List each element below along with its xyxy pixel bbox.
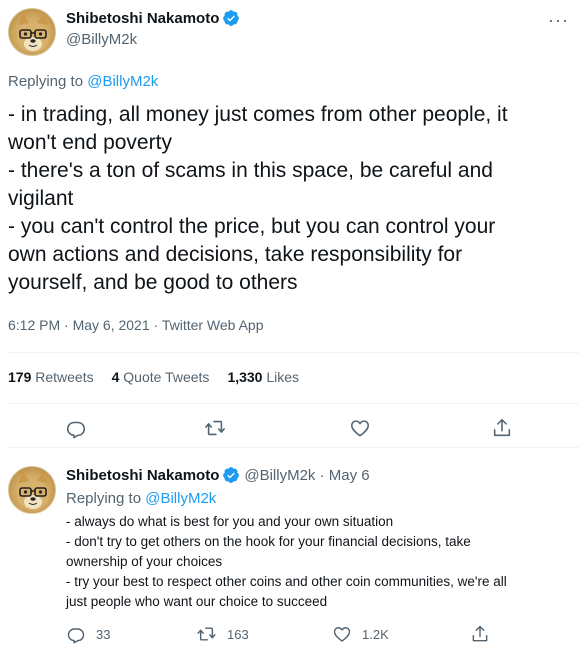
retweet-icon [205, 420, 225, 436]
engagement-stats: 179 Retweets 4 Quote Tweets 1,330 Likes [8, 369, 317, 385]
tweet-timestamp[interactable]: 6:12 PM · May 6, 2021 · Twitter Web App [8, 317, 264, 333]
tweet-text-line: own actions and decisions, take responsi… [8, 243, 463, 266]
verified-icon [223, 10, 240, 26]
share-button[interactable] [470, 624, 500, 644]
reply-tweet-actions: 33 163 1.2K [0, 624, 587, 646]
retweet-icon [197, 627, 216, 641]
retweet-button[interactable]: 163 [196, 624, 249, 644]
retweets-label: Retweets [35, 369, 94, 385]
tweet-actions [0, 416, 587, 442]
retweet-count: 163 [227, 626, 249, 642]
reply-text-line: ownership of your choices [66, 554, 223, 569]
retweets-count: 179 [8, 369, 32, 385]
retweet-button[interactable] [203, 416, 227, 440]
more-icon[interactable]: ··· [548, 10, 569, 31]
reply-button[interactable] [64, 416, 88, 440]
divider [8, 403, 579, 404]
verified-icon [223, 467, 240, 483]
divider [8, 447, 579, 448]
like-icon [333, 627, 351, 642]
handle[interactable]: @BillyM2k [66, 31, 137, 48]
retweets-stat[interactable]: 179 Retweets [8, 369, 94, 385]
replying-to: Replying to @BillyM2k [8, 73, 158, 90]
like-count: 1.2K [362, 626, 389, 642]
reply-button[interactable]: 33 [66, 624, 110, 644]
likes-label: Likes [266, 369, 300, 385]
like-button[interactable] [348, 416, 372, 440]
tweet-text: - in trading, all money just comes from … [8, 101, 568, 297]
tweet-text-line: - in trading, all money just comes from … [8, 103, 508, 126]
handle-and-date[interactable]: @BillyM2k · May 6 [244, 467, 369, 484]
tweet-text-line: vigilant [8, 187, 74, 210]
replying-to-handle-link[interactable]: @BillyM2k [145, 490, 216, 507]
reply-icon [66, 421, 86, 439]
likes-count: 1,330 [227, 369, 263, 385]
replying-to-label: Replying to [8, 73, 84, 90]
replying-to-handle-link[interactable]: @BillyM2k [87, 73, 158, 90]
reply-icon [67, 628, 85, 644]
share-icon [493, 418, 511, 437]
reply-text: - always do what is best for you and you… [66, 512, 576, 612]
tweet-text-line: won't end poverty [8, 131, 172, 154]
main-tweet: Shibetoshi Nakamoto @BillyM2k ··· Replyi… [0, 0, 587, 448]
shiba-avatar-icon [17, 471, 49, 510]
likes-stat[interactable]: 1,330 Likes [227, 369, 299, 385]
shiba-avatar-icon [17, 13, 49, 52]
author-name-row: Shibetoshi Nakamoto [66, 9, 240, 27]
reply-tweet[interactable]: Shibetoshi Nakamoto @BillyM2k · May 6 Re… [0, 458, 587, 660]
avatar[interactable] [8, 466, 56, 514]
reply-text-line: - try your best to respect other coins a… [66, 574, 507, 589]
reply-text-line: - don't try to get others on the hook fo… [66, 534, 471, 549]
like-icon [350, 420, 370, 437]
tweet-text-line: - you can't control the price, but you c… [8, 215, 496, 238]
reply-count: 33 [96, 626, 111, 642]
display-name[interactable]: Shibetoshi Nakamoto [66, 467, 219, 484]
share-icon [472, 625, 488, 642]
reply-text-line: - always do what is best for you and you… [66, 514, 394, 529]
divider [8, 352, 579, 353]
replying-to: Replying to @BillyM2k [66, 490, 216, 507]
replying-to-label: Replying to [66, 490, 142, 507]
like-button[interactable]: 1.2K [332, 624, 389, 644]
quote-tweets-label: Quote Tweets [123, 369, 210, 385]
author-name-row: Shibetoshi Nakamoto @BillyM2k · May 6 [66, 466, 370, 484]
reply-text-line: just people who want our choice to succe… [66, 594, 328, 609]
quote-tweets-stat[interactable]: 4 Quote Tweets [112, 369, 210, 385]
display-name[interactable]: Shibetoshi Nakamoto [66, 10, 219, 27]
quote-tweets-count: 4 [111, 369, 120, 385]
avatar[interactable] [8, 8, 56, 56]
tweet-text-line: yourself, and be good to others [8, 271, 298, 294]
share-button[interactable] [490, 416, 514, 440]
tweet-text-line: - there's a ton of scams in this space, … [8, 159, 493, 182]
